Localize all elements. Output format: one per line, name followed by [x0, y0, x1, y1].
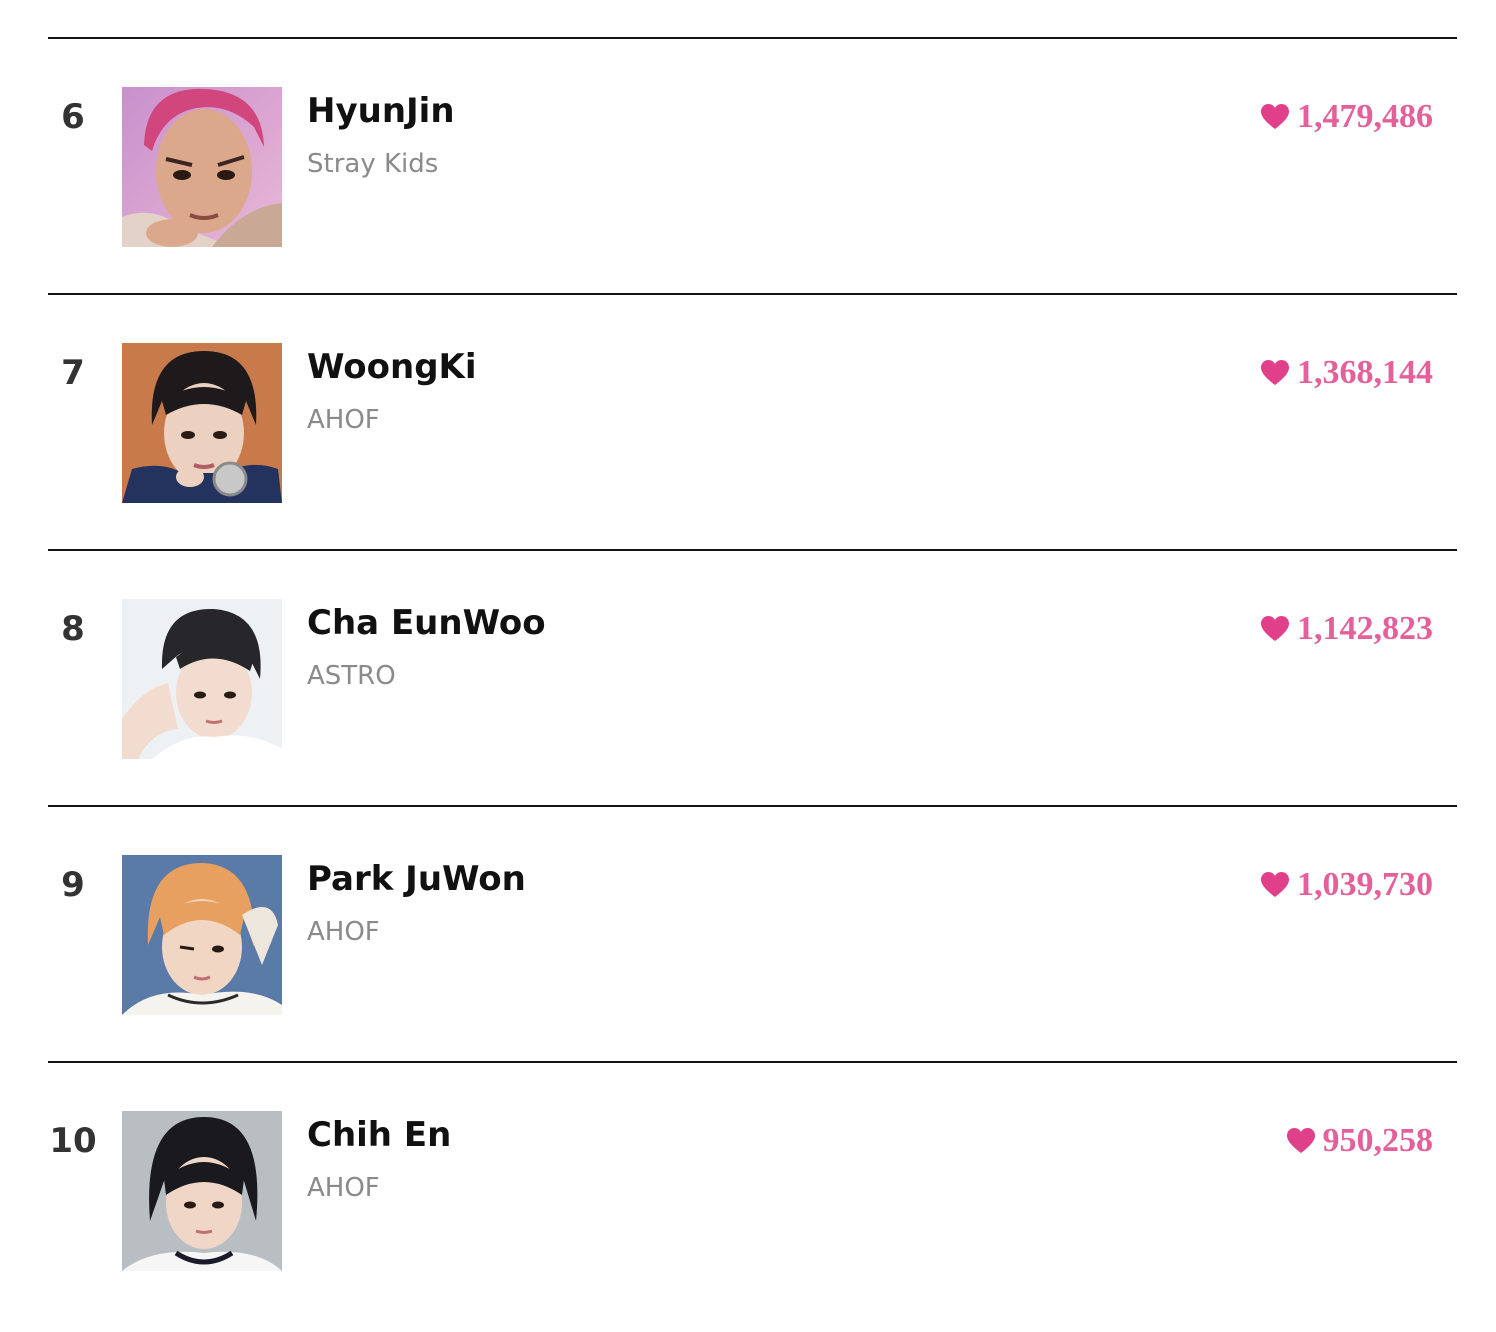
artist-group: AHOF: [307, 1173, 380, 1203]
ranking-row[interactable]: 10 Chih En AHOF 950,258: [48, 1061, 1457, 1317]
heart-icon: [1261, 360, 1289, 385]
ranking-row[interactable]: 7 WoongKi AHOF 1,368,144: [48, 293, 1457, 549]
artist-name[interactable]: WoongKi: [307, 345, 477, 389]
artist-photo[interactable]: [122, 855, 282, 1015]
vote-count-box[interactable]: 1,039,730: [1261, 865, 1433, 905]
artist-name[interactable]: Cha EunWoo: [307, 601, 546, 645]
rank-number: 6: [61, 97, 85, 137]
heart-icon: [1261, 872, 1289, 897]
artist-group: Stray Kids: [307, 149, 439, 179]
rank-number: 9: [61, 865, 85, 905]
vote-count-box[interactable]: 1,479,486: [1261, 97, 1433, 137]
artist-group: AHOF: [307, 405, 380, 435]
heart-icon: [1286, 1128, 1315, 1153]
vote-count: 950,258: [1322, 1122, 1434, 1159]
vote-count-box[interactable]: 1,142,823: [1261, 609, 1433, 649]
artist-photo[interactable]: [122, 87, 282, 247]
artist-photo[interactable]: [122, 343, 282, 503]
artist-group: AHOF: [307, 917, 380, 947]
rank-number: 7: [61, 353, 85, 393]
artist-name[interactable]: Chih En: [307, 1113, 451, 1157]
rank-number: 10: [49, 1121, 97, 1161]
vote-count: 1,142,823: [1297, 610, 1433, 647]
artist-photo[interactable]: [122, 1111, 282, 1271]
rank-number: 8: [61, 609, 85, 649]
vote-count: 1,479,486: [1297, 98, 1433, 135]
vote-count: 1,039,730: [1297, 866, 1433, 903]
vote-count-box[interactable]: 950,258: [1286, 1121, 1434, 1161]
artist-group: ASTRO: [307, 661, 396, 691]
ranking-row[interactable]: 6 HyunJin Stray Kids 1,479,486: [48, 37, 1457, 293]
vote-count-box[interactable]: 1,368,144: [1261, 353, 1433, 393]
artist-name[interactable]: HyunJin: [307, 89, 455, 133]
vote-count: 1,368,144: [1297, 354, 1433, 391]
ranking-row[interactable]: 9 Park JuWon AHOF 1,039,730: [48, 805, 1457, 1061]
artist-name[interactable]: Park JuWon: [307, 857, 526, 901]
ranking-list: 6 HyunJin Stray Kids 1,479,486 7 WoongKi…: [48, 37, 1457, 1317]
heart-icon: [1261, 104, 1289, 129]
heart-icon: [1261, 616, 1289, 641]
artist-photo[interactable]: [122, 599, 282, 759]
ranking-row[interactable]: 8 Cha EunWoo ASTRO 1,142,823: [48, 549, 1457, 805]
